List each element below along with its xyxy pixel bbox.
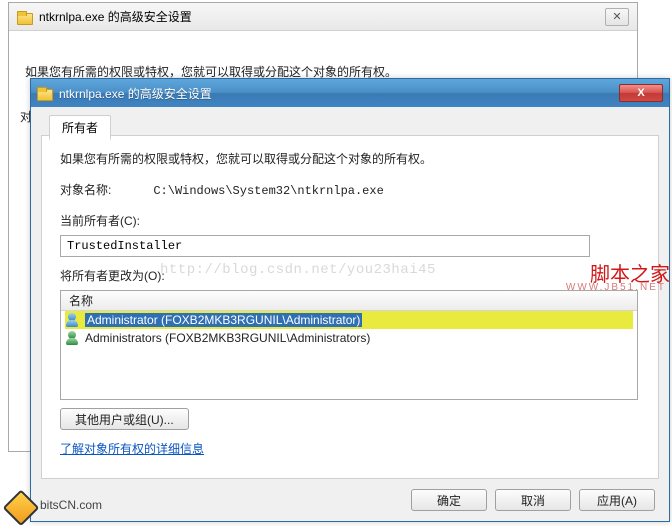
user-icon [65,312,81,328]
bg-window-titlebar: ntkrnlpa.exe 的高级安全设置 ✕ [9,3,637,31]
apply-button[interactable]: 应用(A) [579,489,655,511]
learn-link[interactable]: 了解对象所有权的详细信息 [60,440,204,457]
tab-strip: 所有者 [49,115,111,140]
col-name: 名称 [61,292,637,309]
cancel-button[interactable]: 取消 [495,489,571,511]
group-icon [65,330,81,346]
folder-icon [17,9,33,25]
object-name-row: 对象名称: C:\Windows\System32\ntkrnlpa.exe [60,181,640,198]
list-item-administrators[interactable]: Administrators (FOXB2MKB3RGUNIL\Administ… [61,329,637,347]
panel-content: 如果您有所需的权限或特权，您就可以取得或分配这个对象的所有权。 对象名称: C:… [42,136,658,471]
folder-icon [37,85,53,101]
close-button[interactable]: X [619,84,663,102]
object-name-value: C:\Windows\System32\ntkrnlpa.exe [153,184,383,198]
tab-owner[interactable]: 所有者 [49,115,111,140]
list-header-row[interactable]: 名称 [61,291,637,311]
tab-panel: 如果您有所需的权限或特权，您就可以取得或分配这个对象的所有权。 对象名称: C:… [41,135,659,479]
object-name-label: 对象名称: [60,181,150,198]
current-owner-field [60,235,590,257]
owner-list[interactable]: 名称 Administrator (FOXB2MKB3RGUNIL\Admini… [60,290,638,400]
list-item-administrator[interactable]: Administrator (FOXB2MKB3RGUNIL\Administr… [61,311,637,329]
intro-text: 如果您有所需的权限或特权，您就可以取得或分配这个对象的所有权。 [60,150,640,167]
dialog-titlebar[interactable]: ntkrnlpa.exe 的高级安全设置 X [31,79,669,107]
list-item-label: Administrator (FOXB2MKB3RGUNIL\Administr… [85,313,362,327]
logo-icon [0,484,42,526]
change-to-label: 将所有者更改为(O): [60,267,640,284]
ok-button[interactable]: 确定 [411,489,487,511]
dialog-title: ntkrnlpa.exe 的高级安全设置 [59,85,619,102]
close-icon[interactable]: ✕ [605,8,629,26]
other-users-button[interactable]: 其他用户或组(U)... [60,408,189,430]
logo-text: bitsCN.com [40,498,102,512]
list-item-label: Administrators (FOXB2MKB3RGUNIL\Administ… [85,331,370,345]
owner-dialog: ntkrnlpa.exe 的高级安全设置 X 所有者 如果您有所需的权限或特权，… [30,78,670,522]
bg-window-title: ntkrnlpa.exe 的高级安全设置 [39,8,192,25]
dialog-footer: 确定 取消 应用(A) [411,489,655,511]
current-owner-label: 当前所有者(C): [60,212,640,229]
site-logo: bitsCN.com [6,490,102,520]
